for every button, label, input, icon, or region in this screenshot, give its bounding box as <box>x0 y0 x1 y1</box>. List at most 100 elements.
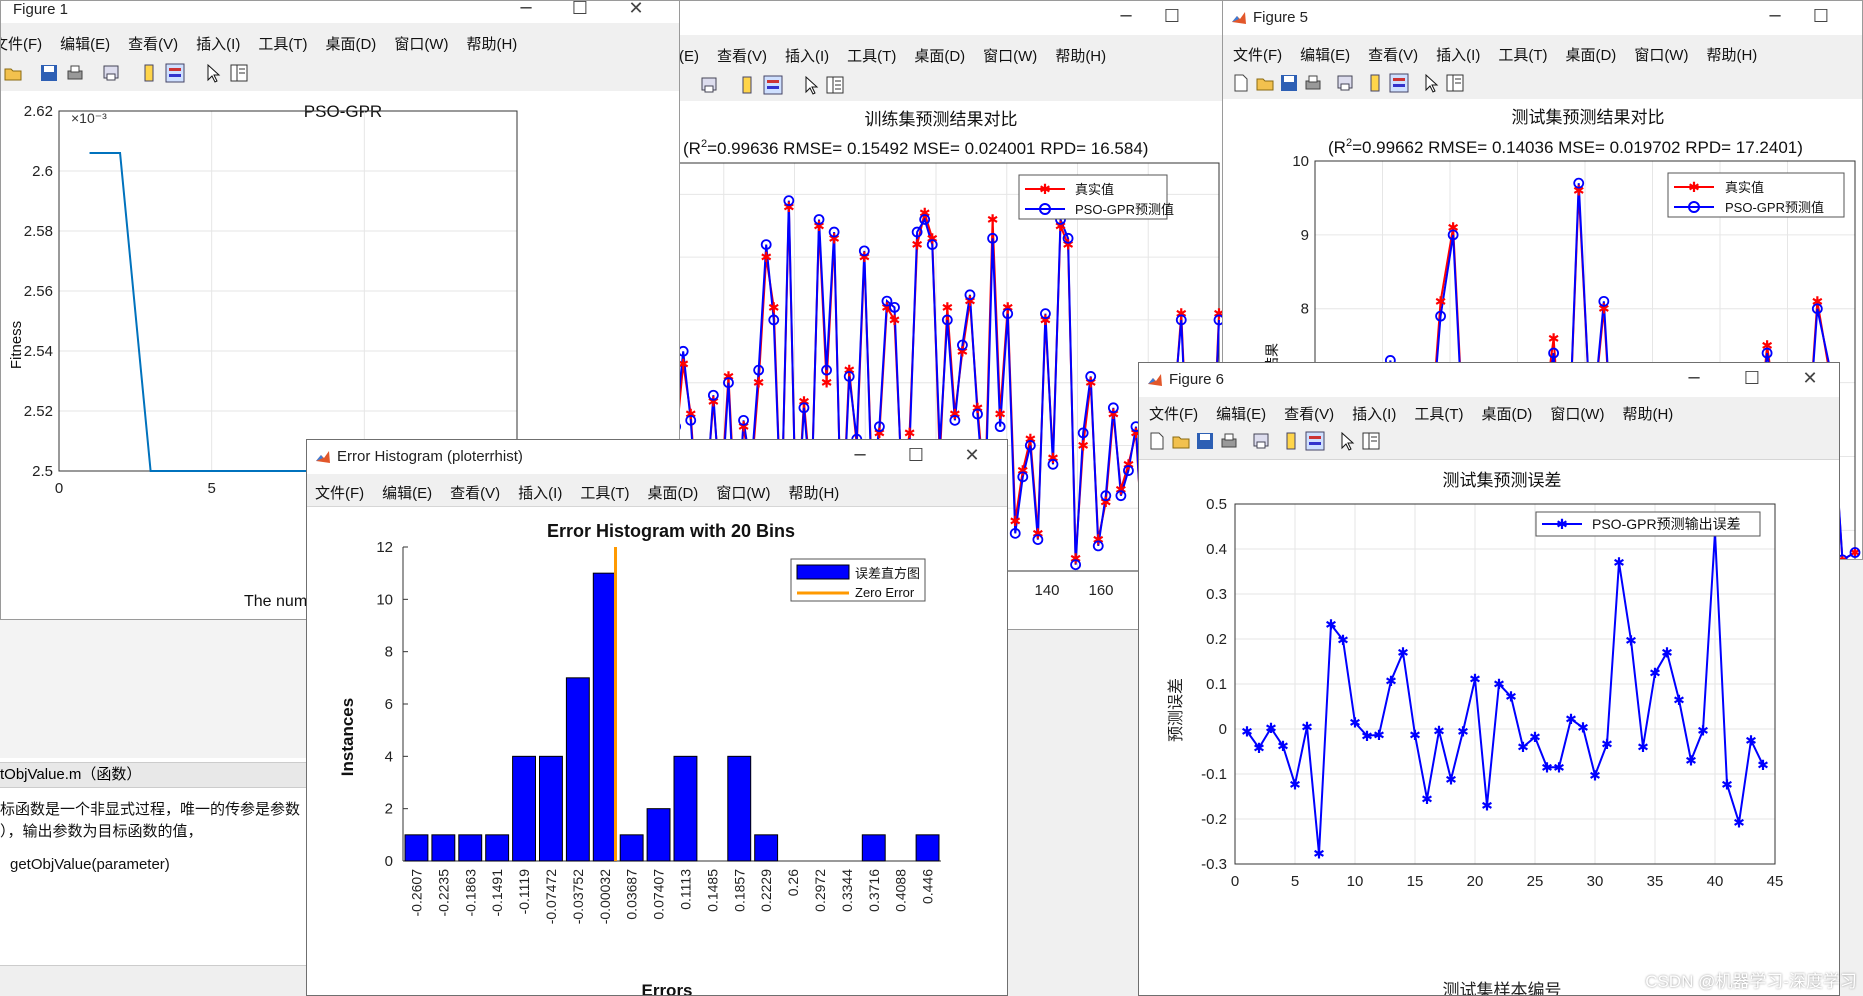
menu-item[interactable]: 窗口(W) <box>716 485 770 502</box>
menu-item[interactable]: 文件(F) <box>1233 47 1282 64</box>
editor-gap <box>0 620 320 758</box>
legend-icon[interactable] <box>1389 73 1409 93</box>
pointer-icon[interactable] <box>1421 73 1441 93</box>
legend-icon[interactable] <box>1305 431 1325 451</box>
menu-item[interactable]: 查看(V) <box>1284 406 1334 423</box>
minimize-button[interactable]: ─ <box>1679 367 1709 391</box>
pointer-icon[interactable] <box>1337 431 1357 451</box>
menu-item[interactable]: 插入(I) <box>1352 406 1396 423</box>
menu-item[interactable]: 查看(V) <box>1368 47 1418 64</box>
menu-item[interactable]: 插入(I) <box>196 36 240 53</box>
pointer-icon[interactable] <box>801 75 821 95</box>
error-marker: ✱ <box>1673 692 1685 708</box>
menu-item[interactable]: 帮助(H) <box>1055 48 1106 65</box>
menu-item[interactable]: 编辑(E) <box>1300 47 1350 64</box>
menu-item[interactable]: 查看(V) <box>450 485 500 502</box>
y-tick-label: -0.1 <box>1201 766 1227 783</box>
menu-item[interactable]: 桌面(D) <box>914 48 965 65</box>
x-tick-label: 0.446 <box>920 869 936 904</box>
maximize-button[interactable]: ☐ <box>901 444 931 468</box>
maximize-button[interactable]: ☐ <box>1737 367 1767 391</box>
menu-item[interactable]: 编辑(E) <box>382 485 432 502</box>
plot-area: 测试集预测误差 0 5 10 15 20 25 30 35 40 45 0.5 0.4 0.3 0.2 0.… <box>1139 460 1839 995</box>
colorbar-icon[interactable] <box>1365 73 1385 93</box>
menu-item[interactable]: 帮助(H) <box>1622 406 1673 423</box>
save-icon[interactable] <box>1279 73 1299 93</box>
new-file-icon[interactable] <box>1147 431 1167 451</box>
menu-item[interactable]: 窗口(W) <box>983 48 1037 65</box>
colorbar-icon[interactable] <box>1281 431 1301 451</box>
menu-item[interactable]: 文件(F) <box>315 485 364 502</box>
legend-icon[interactable] <box>763 75 783 95</box>
property-editor-icon[interactable] <box>825 75 845 95</box>
pointer-icon[interactable] <box>203 63 223 83</box>
menu-item[interactable]: 桌面(D) <box>325 36 376 53</box>
menu-item[interactable]: 桌面(D) <box>1565 47 1616 64</box>
menu-item[interactable]: 查看(V) <box>717 48 767 65</box>
menu-item[interactable]: 插入(I) <box>518 485 562 502</box>
print-preview-icon[interactable] <box>1335 73 1355 93</box>
print-preview-icon[interactable] <box>101 63 121 83</box>
print-icon[interactable] <box>1303 73 1323 93</box>
open-folder-icon[interactable] <box>1171 431 1191 451</box>
property-editor-icon[interactable] <box>1361 431 1381 451</box>
close-button[interactable]: ✕ <box>621 1 651 21</box>
menu-item[interactable]: 窗口(W) <box>1634 47 1688 64</box>
menu-item[interactable]: 工具(T) <box>1414 406 1463 423</box>
real-marker: ✱ <box>768 299 780 315</box>
x-tick-label: -0.07472 <box>543 869 559 924</box>
property-editor-icon[interactable] <box>229 63 249 83</box>
new-file-icon[interactable] <box>1231 73 1251 93</box>
menu-item[interactable]: 插入(I) <box>785 48 829 65</box>
scrollbar[interactable] <box>0 965 320 996</box>
menu-item[interactable]: 文件(F) <box>1 36 42 53</box>
maximize-button[interactable]: ☐ <box>1157 5 1187 29</box>
menu-item[interactable]: 窗口(W) <box>1550 406 1604 423</box>
close-button[interactable]: ✕ <box>1795 367 1825 391</box>
minimize-button[interactable]: ─ <box>1111 5 1141 29</box>
menu-item[interactable]: (E) <box>679 48 699 65</box>
property-editor-icon[interactable] <box>1445 73 1465 93</box>
minimize-button[interactable]: ─ <box>511 1 541 21</box>
menu-item[interactable]: 帮助(H) <box>788 485 839 502</box>
menu-item[interactable]: 查看(V) <box>128 36 178 53</box>
x-tick-label: 10 <box>1347 873 1364 890</box>
print-icon[interactable] <box>1219 431 1239 451</box>
close-button[interactable]: ✕ <box>957 444 987 468</box>
menu-item[interactable]: 编辑(E) <box>60 36 110 53</box>
menu-item[interactable]: 插入(I) <box>1436 47 1480 64</box>
print-preview-icon[interactable] <box>699 75 719 95</box>
error-marker: ✱ <box>1301 719 1313 735</box>
menu-item[interactable]: 帮助(H) <box>1706 47 1757 64</box>
error-marker: ✱ <box>1409 727 1421 743</box>
histogram-bar <box>539 755 563 862</box>
print-preview-icon[interactable] <box>1251 431 1271 451</box>
toolbar <box>1223 69 1862 99</box>
maximize-button[interactable]: ☐ <box>1806 5 1836 29</box>
menu-item[interactable]: 桌面(D) <box>1481 406 1532 423</box>
menu-item[interactable]: 工具(T) <box>258 36 307 53</box>
menu-item[interactable]: 工具(T) <box>1498 47 1547 64</box>
window-title: Figure 1 <box>13 1 69 18</box>
maximize-button[interactable]: ☐ <box>565 1 595 21</box>
menu-item[interactable]: 帮助(H) <box>466 36 517 53</box>
menu-item[interactable]: 桌面(D) <box>647 485 698 502</box>
save-icon[interactable] <box>39 63 59 83</box>
menu-item[interactable]: 窗口(W) <box>394 36 448 53</box>
colorbar-icon[interactable] <box>139 63 159 83</box>
minimize-button[interactable]: ─ <box>845 444 875 468</box>
histogram-bar <box>754 834 779 862</box>
open-folder-icon[interactable] <box>3 63 23 83</box>
colorbar-icon[interactable] <box>737 75 757 95</box>
print-icon[interactable] <box>65 63 85 83</box>
menu-item[interactable]: 工具(T) <box>847 48 896 65</box>
subtitle-values: =0.99636 RMSE= 0.15492 MSE= 0.024001 RPD… <box>707 139 1148 158</box>
error-marker: ✱ <box>1241 723 1253 739</box>
minimize-button[interactable]: ─ <box>1760 5 1790 29</box>
menu-item[interactable]: 工具(T) <box>580 485 629 502</box>
save-icon[interactable] <box>1195 431 1215 451</box>
menu-item[interactable]: 文件(F) <box>1149 406 1198 423</box>
open-folder-icon[interactable] <box>1255 73 1275 93</box>
legend-icon[interactable] <box>165 63 185 83</box>
menu-item[interactable]: 编辑(E) <box>1216 406 1266 423</box>
